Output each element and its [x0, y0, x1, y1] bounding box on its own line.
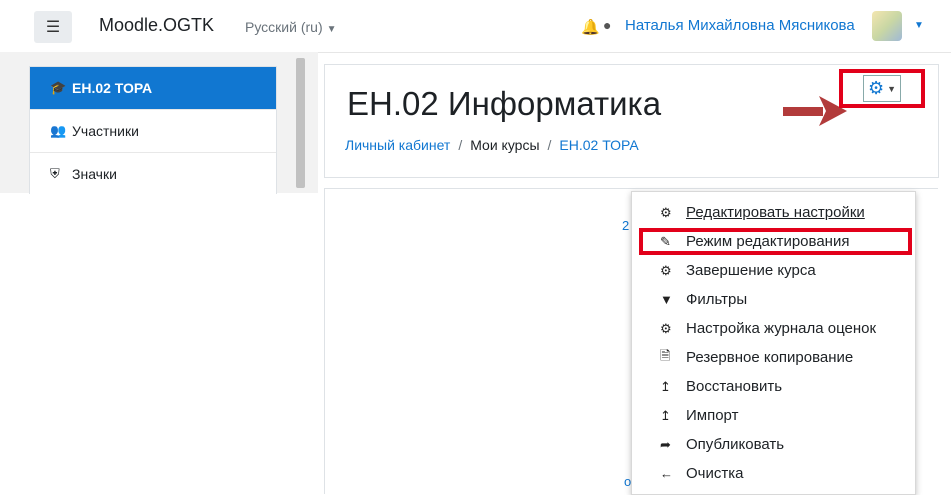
avatar[interactable] [872, 11, 902, 41]
background-fragment: 2 [622, 218, 630, 233]
file-archive-icon: 🗎 [660, 347, 671, 363]
breadcrumb-separator: / [458, 137, 463, 153]
language-selector[interactable]: Русский (ru) ▼ [245, 19, 337, 35]
menu-item-filters[interactable]: ▼ Фильтры [632, 285, 915, 314]
drawer-item-label: ЕН.02 ТОРА [72, 80, 153, 96]
gear-icon: ⚙ [660, 320, 672, 336]
menu-item-edit-settings[interactable]: ⚙ Редактировать настройки [632, 198, 915, 227]
menu-item-restore[interactable]: ↥ Восстановить [632, 372, 915, 401]
hamburger-menu-button[interactable]: ☰ [34, 11, 72, 43]
user-menu-name[interactable]: Наталья Михайловна Мясникова [625, 17, 855, 34]
chat-icon[interactable]: ● [603, 17, 611, 33]
drawer-scrollbar[interactable] [296, 58, 305, 188]
menu-item-reset[interactable]: ← Очистка [632, 459, 915, 488]
drawer-list: 🎓 ЕН.02 ТОРА 👥 Участники ⛨ Значки [29, 66, 277, 194]
menu-item-gradebook-setup[interactable]: ⚙ Настройка журнала оценок [632, 314, 915, 343]
level-up-icon: ↥ [660, 378, 671, 394]
hamburger-icon: ☰ [45, 19, 61, 36]
menu-item-backup[interactable]: 🗎 Резервное копирование [632, 343, 915, 372]
course-actions-button[interactable]: ⚙ ▼ [862, 75, 902, 102]
menu-item-course-completion[interactable]: ⚙ Завершение курса [632, 256, 915, 285]
gear-icon: ⚙ [660, 262, 672, 278]
site-brand[interactable]: Moodle.OGTK [99, 15, 214, 36]
drawer-item-label: Значки [72, 166, 117, 182]
level-up-icon: ↥ [660, 407, 671, 423]
drawer-item-course[interactable]: 🎓 ЕН.02 ТОРА [30, 67, 276, 110]
caret-down-icon: ▼ [326, 24, 337, 35]
arrow-left-icon: ← [660, 466, 673, 481]
breadcrumb-dashboard-link[interactable]: Личный кабинет [345, 137, 450, 153]
nav-drawer: 🎓 ЕН.02 ТОРА 👥 Участники ⛨ Значки [0, 52, 318, 194]
graduation-cap-icon: 🎓 [50, 80, 67, 95]
drawer-item-participants[interactable]: 👥 Участники [30, 110, 276, 153]
shield-icon: ⛨ [50, 166, 60, 181]
breadcrumb-separator: / [547, 137, 552, 153]
gear-icon: ⚙ [867, 78, 885, 98]
course-header: ЕН.02 Информатика Личный кабинет / Мои кур… [324, 64, 939, 178]
caret-down-icon: ▼ [887, 83, 897, 94]
menu-item-publish[interactable]: ➦ Опубликовать [632, 430, 915, 459]
share-icon: ➦ [660, 436, 671, 452]
breadcrumb: Личный кабинет / Мои курсы / ЕН.02 ТОРА [345, 137, 639, 153]
caret-down-icon[interactable]: ▼ [914, 20, 924, 31]
users-icon: 👥 [50, 123, 67, 138]
breadcrumb-my-courses-link[interactable]: Мои курсы [470, 137, 539, 153]
navbar: ☰ Moodle.OGTK Русский (ru) ▼ 🔔 ● Наталья … [0, 0, 951, 53]
page-title: ЕН.02 Информатика [347, 85, 662, 122]
gear-icon: ⚙ [660, 204, 672, 220]
filter-icon: ▼ [660, 292, 673, 307]
edit-mode-highlight [639, 228, 912, 255]
menu-item-import[interactable]: ↥ Импорт [632, 401, 915, 430]
drawer-item-label: Участники [72, 123, 139, 139]
breadcrumb-course-link[interactable]: ЕН.02 ТОРА [559, 137, 638, 153]
bell-icon[interactable]: 🔔 [581, 18, 600, 36]
course-actions-highlight: ⚙ ▼ [839, 69, 925, 108]
drawer-item-badges[interactable]: ⛨ Значки [30, 153, 276, 194]
